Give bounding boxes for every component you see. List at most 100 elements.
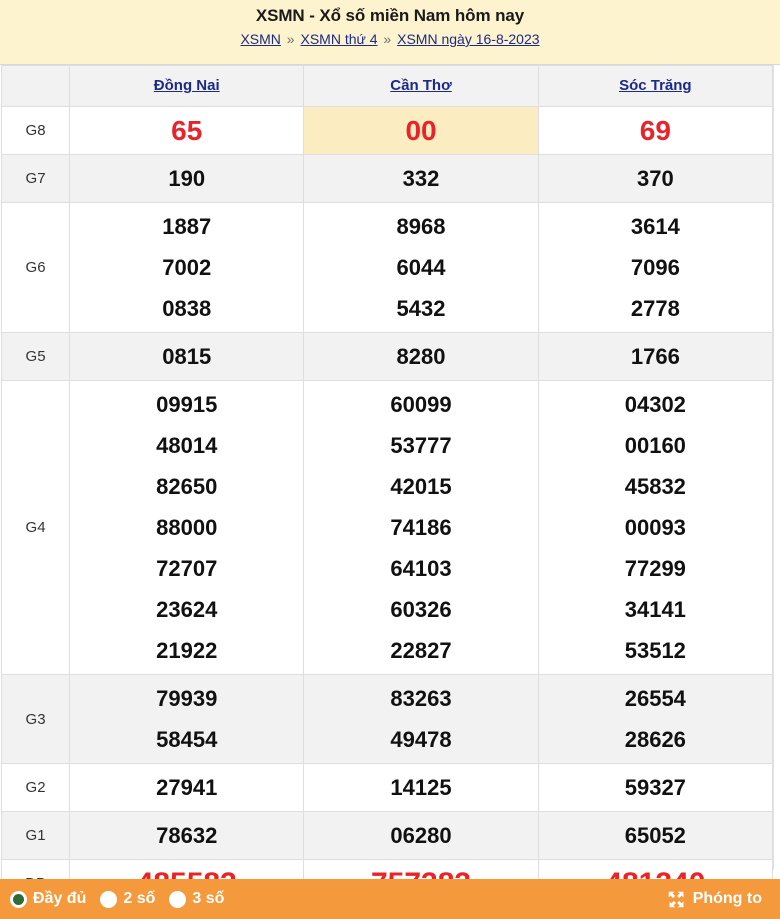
lottery-number: 88000 [156,515,218,540]
result-cell-G6-col2: 3614 7096 2778 [537,202,774,333]
footer-toolbar: Đầy đủ 2 số 3 số Phóng to [0,879,780,919]
lottery-number: 00093 [624,515,686,540]
lottery-number: 53512 [624,638,686,663]
lottery-number: 190 [168,166,206,191]
radio-indicator-icon[interactable] [100,890,118,908]
radio-label: 2 số [123,890,156,907]
result-cell-G1-col0: 78632 [69,811,305,860]
lottery-number: 09915 [156,392,218,417]
column-header-province-2[interactable]: Sóc Trăng [537,65,774,107]
result-cell-G8-col1: 00 [303,106,539,155]
lottery-number: 82650 [156,474,218,499]
province-link-2[interactable]: Sóc Trăng [619,77,692,94]
result-cell-G3-col1: 83263 49478 [303,674,539,764]
table-row: G7 190 332 370 [0,154,774,203]
radio-indicator-icon[interactable] [10,890,27,908]
zoom-in-button[interactable]: Phóng to [667,890,770,909]
radio-label: Đầy đủ [33,890,87,907]
prize-label-G8: G8 [0,106,71,155]
lottery-number: 1766 [630,344,680,369]
result-cell-G1-col2: 65052 [537,811,774,860]
breadcrumb-link-2[interactable]: XSMN ngày 16-8-2023 [397,31,539,47]
lottery-number: 65 [171,115,203,146]
expand-arrows-icon [668,891,684,907]
result-cell-G6-col0: 1887 7002 0838 [69,202,305,333]
radio-option-2[interactable]: 3 số [169,890,224,908]
lottery-number: 78632 [156,823,218,848]
lottery-number: 06280 [390,823,452,848]
table-row: G2 27941 14125 59327 [0,763,774,812]
column-header-province-1[interactable]: Cần Thơ [303,65,539,107]
lottery-number: 7002 [162,255,212,280]
lottery-number: 49478 [390,727,452,752]
breadcrumb-link-1[interactable]: XSMN thứ 4 [300,31,377,47]
lottery-number: 332 [402,166,440,191]
prize-label-G7: G7 [0,154,71,203]
lottery-number: 0838 [162,296,212,321]
lottery-number: 64103 [390,556,452,581]
radio-option-1[interactable]: 2 số [100,890,155,908]
table-row: G6 1887 7002 0838 8968 6044 5432 3614 7096 2778 [0,202,774,333]
lottery-number: 79939 [156,686,218,711]
lottery-number: 77299 [624,556,686,581]
lottery-number: 26554 [624,686,686,711]
prize-label-G5: G5 [0,332,71,381]
lottery-number: 60326 [390,597,452,622]
lottery-results-table: Đồng Nai Cần Thơ Sóc Trăng G8 65 00 69 G7 190… [0,65,774,908]
breadcrumb-link-0[interactable]: XSMN [240,31,280,47]
province-link-0[interactable]: Đồng Nai [154,77,220,94]
lottery-number: 60099 [390,392,452,417]
result-cell-G8-col0: 65 [69,106,305,155]
lottery-number: 7096 [630,255,680,280]
result-cell-G2-col0: 27941 [69,763,305,812]
lottery-number: 28626 [624,727,686,752]
lottery-number: 00 [405,115,437,146]
prize-label-G6: G6 [0,202,71,333]
lottery-number: 48014 [156,433,218,458]
table-row: G4 09915 48014 82650 88000 72707 23624 21922 600… [0,380,774,675]
result-cell-G2-col1: 14125 [303,763,539,812]
radio-indicator-icon[interactable] [169,890,187,908]
zoom-in-label: Phóng to [692,890,762,907]
vertical-scrollbar[interactable] [773,65,780,870]
result-cell-G7-col1: 332 [303,154,539,203]
lottery-number: 74186 [390,515,452,540]
table-header-row: Đồng Nai Cần Thơ Sóc Trăng [0,65,774,107]
result-cell-G2-col2: 59327 [537,763,774,812]
lottery-number: 0815 [162,344,212,369]
radio-option-0[interactable]: Đầy đủ [10,890,86,908]
lottery-number: 14125 [390,775,452,800]
result-cell-G8-col2: 69 [537,106,774,155]
province-link-1[interactable]: Cần Thơ [390,77,452,94]
breadcrumb: XSMN » XSMN thứ 4 » XSMN ngày 16-8-2023 [0,30,780,49]
table-row: G3 79939 58454 83263 49478 26554 28626 [0,674,774,764]
column-header-province-0[interactable]: Đồng Nai [69,65,305,107]
result-cell-G7-col2: 370 [537,154,774,203]
table-row: G1 78632 06280 65052 [0,811,774,860]
lottery-number: 04302 [624,392,686,417]
corner-cell [0,65,71,107]
page-title: XSMN - Xổ số miền Nam hôm nay [255,6,525,25]
lottery-number: 59327 [624,775,686,800]
result-cell-G6-col1: 8968 6044 5432 [303,202,539,333]
lottery-number: 2778 [630,296,680,321]
lottery-number: 3614 [630,214,680,239]
lottery-number: 72707 [156,556,218,581]
radio-label: 3 số [192,890,225,907]
lottery-number: 83263 [390,686,452,711]
lottery-number: 5432 [396,296,446,321]
result-cell-G5-col2: 1766 [537,332,774,381]
lottery-number: 8280 [396,344,446,369]
result-cell-G1-col1: 06280 [303,811,539,860]
result-cell-G4-col2: 04302 00160 45832 00093 77299 34141 53512 [537,380,774,675]
lottery-number: 34141 [624,597,686,622]
lottery-number: 45832 [624,474,686,499]
result-cell-G5-col0: 0815 [69,332,305,381]
result-cell-G5-col1: 8280 [303,332,539,381]
lottery-number: 58454 [156,727,218,752]
lottery-number: 42015 [390,474,452,499]
page-header: XSMN - Xổ số miền Nam hôm nay XSMN » XSM… [0,0,780,64]
lottery-number: 22827 [390,638,452,663]
lottery-number: 27941 [156,775,218,800]
lottery-number: 00160 [624,433,686,458]
